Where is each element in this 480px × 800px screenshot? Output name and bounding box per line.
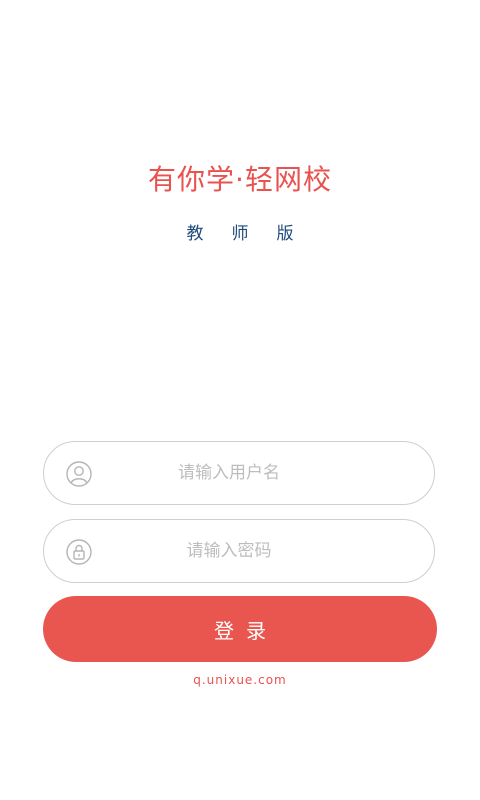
login-screen: 有你学·轻网校 教师版 登录 q.unixue.com xyxy=(0,0,480,800)
username-field[interactable] xyxy=(43,441,435,505)
login-button[interactable]: 登录 xyxy=(43,596,437,662)
password-input[interactable] xyxy=(104,520,414,582)
user-icon xyxy=(66,461,92,487)
lock-icon xyxy=(66,539,92,565)
app-subtitle: 教师版 xyxy=(186,224,322,244)
website-link[interactable]: q.unixue.com xyxy=(0,672,480,688)
password-field[interactable] xyxy=(43,519,435,583)
app-logo: 有你学·轻网校 xyxy=(148,163,332,196)
username-input[interactable] xyxy=(104,442,414,504)
